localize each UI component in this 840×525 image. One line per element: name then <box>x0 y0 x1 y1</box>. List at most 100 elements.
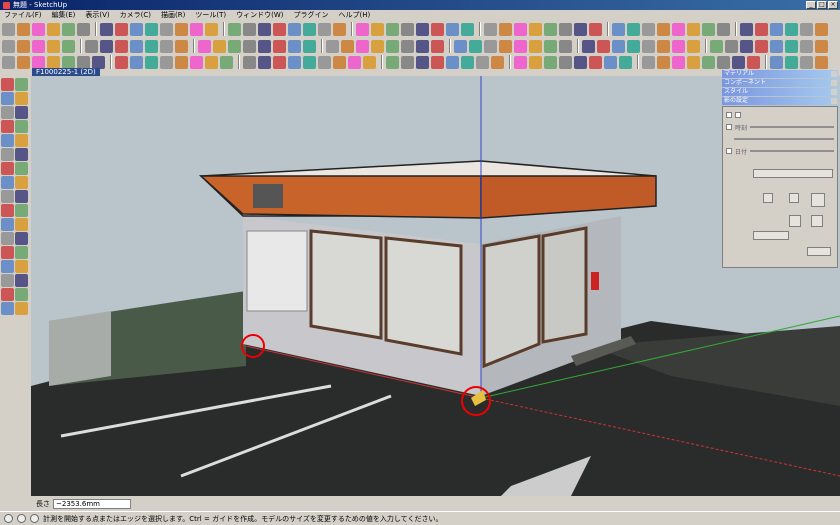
row2-tool-47-icon[interactable] <box>740 39 753 53</box>
sun-shading-button[interactable] <box>753 169 833 178</box>
row3-tool-39-icon[interactable] <box>604 55 617 69</box>
row2-tool-43-icon[interactable] <box>672 39 685 53</box>
row2-tool-26-icon[interactable] <box>401 39 414 53</box>
row2-tool-3-icon[interactable] <box>32 39 45 53</box>
display-edge-icon[interactable] <box>811 193 825 207</box>
row1-tool-13-icon[interactable] <box>190 22 203 36</box>
row1-tool-11-icon[interactable] <box>160 22 173 36</box>
left-tool-11-icon[interactable] <box>1 148 14 161</box>
dark-field[interactable] <box>753 231 789 240</box>
row2-tool-48-icon[interactable] <box>755 39 768 53</box>
row3-tool-40-icon[interactable] <box>619 55 632 69</box>
row1-tool-47-icon[interactable] <box>740 22 753 36</box>
row3-tool-18-icon[interactable] <box>273 55 286 69</box>
row3-tool-50-icon[interactable] <box>785 55 798 69</box>
row2-tool-29-icon[interactable] <box>454 39 467 53</box>
row3-tool-33-icon[interactable] <box>514 55 527 69</box>
menu-tools[interactable]: ツール(T) <box>195 10 226 20</box>
left-tool-2-icon[interactable] <box>15 78 28 91</box>
row1-tool-21-icon[interactable] <box>318 22 331 36</box>
row2-tool-51-icon[interactable] <box>800 39 813 53</box>
row2-tool-37-icon[interactable] <box>582 39 595 53</box>
row3-tool-8-icon[interactable] <box>115 55 128 69</box>
row2-tool-50-icon[interactable] <box>785 39 798 53</box>
shadow-toggle-icon[interactable] <box>726 112 732 118</box>
left-tool-1-icon[interactable] <box>1 78 14 91</box>
row1-tool-52-icon[interactable] <box>815 22 828 36</box>
row1-tool-34-icon[interactable] <box>529 22 542 36</box>
row3-tool-38-icon[interactable] <box>589 55 602 69</box>
row3-tool-4-icon[interactable] <box>47 55 60 69</box>
left-tool-34-icon[interactable] <box>15 302 28 315</box>
left-tool-22-icon[interactable] <box>15 218 28 231</box>
row1-tool-27-icon[interactable] <box>416 22 429 36</box>
measure-value-field[interactable]: ~2353.6mm <box>53 499 131 509</box>
menu-edit[interactable]: 編集(E) <box>52 10 76 20</box>
row2-tool-24-icon[interactable] <box>371 39 384 53</box>
left-tool-32-icon[interactable] <box>15 288 28 301</box>
row1-tool-16-icon[interactable] <box>243 22 256 36</box>
model-viewport[interactable] <box>31 76 840 496</box>
row1-tool-28-icon[interactable] <box>431 22 444 36</box>
row2-tool-28-icon[interactable] <box>431 39 444 53</box>
row2-tool-2-icon[interactable] <box>17 39 30 53</box>
row2-tool-15-icon[interactable] <box>228 39 241 53</box>
left-tool-29-icon[interactable] <box>1 274 14 287</box>
row3-tool-10-icon[interactable] <box>145 55 158 69</box>
row3-tool-28-icon[interactable] <box>431 55 444 69</box>
left-tool-15-icon[interactable] <box>1 176 14 189</box>
row3-tool-27-icon[interactable] <box>416 55 429 69</box>
row1-tool-46-icon[interactable] <box>717 22 730 36</box>
row2-tool-35-icon[interactable] <box>544 39 557 53</box>
menu-view[interactable]: 表示(V) <box>85 10 109 20</box>
row3-tool-36-icon[interactable] <box>559 55 572 69</box>
row1-tool-36-icon[interactable] <box>559 22 572 36</box>
tray-materials[interactable]: マテリアル <box>722 70 838 78</box>
row2-tool-12-icon[interactable] <box>175 39 188 53</box>
row3-tool-26-icon[interactable] <box>401 55 414 69</box>
row2-tool-32-icon[interactable] <box>499 39 512 53</box>
row1-tool-51-icon[interactable] <box>800 22 813 36</box>
display-ground-icon[interactable] <box>789 193 799 203</box>
light-icon-2[interactable] <box>811 215 823 227</box>
row3-tool-42-icon[interactable] <box>657 55 670 69</box>
row3-tool-16-icon[interactable] <box>243 55 256 69</box>
row2-tool-6-icon[interactable] <box>85 39 98 53</box>
row2-tool-10-icon[interactable] <box>145 39 158 53</box>
row1-tool-7-icon[interactable] <box>100 22 113 36</box>
row2-tool-36-icon[interactable] <box>559 39 572 53</box>
row1-tool-12-icon[interactable] <box>175 22 188 36</box>
left-tool-20-icon[interactable] <box>15 204 28 217</box>
row3-tool-52-icon[interactable] <box>815 55 828 69</box>
row3-tool-51-icon[interactable] <box>800 55 813 69</box>
row1-tool-14-icon[interactable] <box>205 22 218 36</box>
left-tool-21-icon[interactable] <box>1 218 14 231</box>
row2-tool-11-icon[interactable] <box>160 39 173 53</box>
shadow-checkbox[interactable] <box>726 124 732 130</box>
row1-tool-48-icon[interactable] <box>755 22 768 36</box>
row1-tool-17-icon[interactable] <box>258 22 271 36</box>
row3-tool-7-icon[interactable] <box>92 55 105 69</box>
row1-tool-37-icon[interactable] <box>574 22 587 36</box>
settings-icon[interactable] <box>735 112 741 118</box>
row3-tool-9-icon[interactable] <box>130 55 143 69</box>
row2-tool-5-icon[interactable] <box>62 39 75 53</box>
row2-tool-33-icon[interactable] <box>514 39 527 53</box>
row3-tool-41-icon[interactable] <box>642 55 655 69</box>
left-tool-24-icon[interactable] <box>15 232 28 245</box>
row2-tool-23-icon[interactable] <box>356 39 369 53</box>
row1-tool-22-icon[interactable] <box>333 22 346 36</box>
row3-tool-32-icon[interactable] <box>491 55 504 69</box>
date-slider[interactable] <box>750 150 834 152</box>
left-tool-17-icon[interactable] <box>1 190 14 203</box>
row3-tool-43-icon[interactable] <box>672 55 685 69</box>
left-tool-33-icon[interactable] <box>1 302 14 315</box>
row1-tool-29-icon[interactable] <box>446 22 459 36</box>
row3-tool-1-icon[interactable] <box>2 55 15 69</box>
left-tool-14-icon[interactable] <box>15 162 28 175</box>
row1-tool-30-icon[interactable] <box>461 22 474 36</box>
left-tool-23-icon[interactable] <box>1 232 14 245</box>
row2-tool-30-icon[interactable] <box>469 39 482 53</box>
tray-styles[interactable]: スタイル <box>722 88 838 96</box>
row3-tool-46-icon[interactable] <box>717 55 730 69</box>
